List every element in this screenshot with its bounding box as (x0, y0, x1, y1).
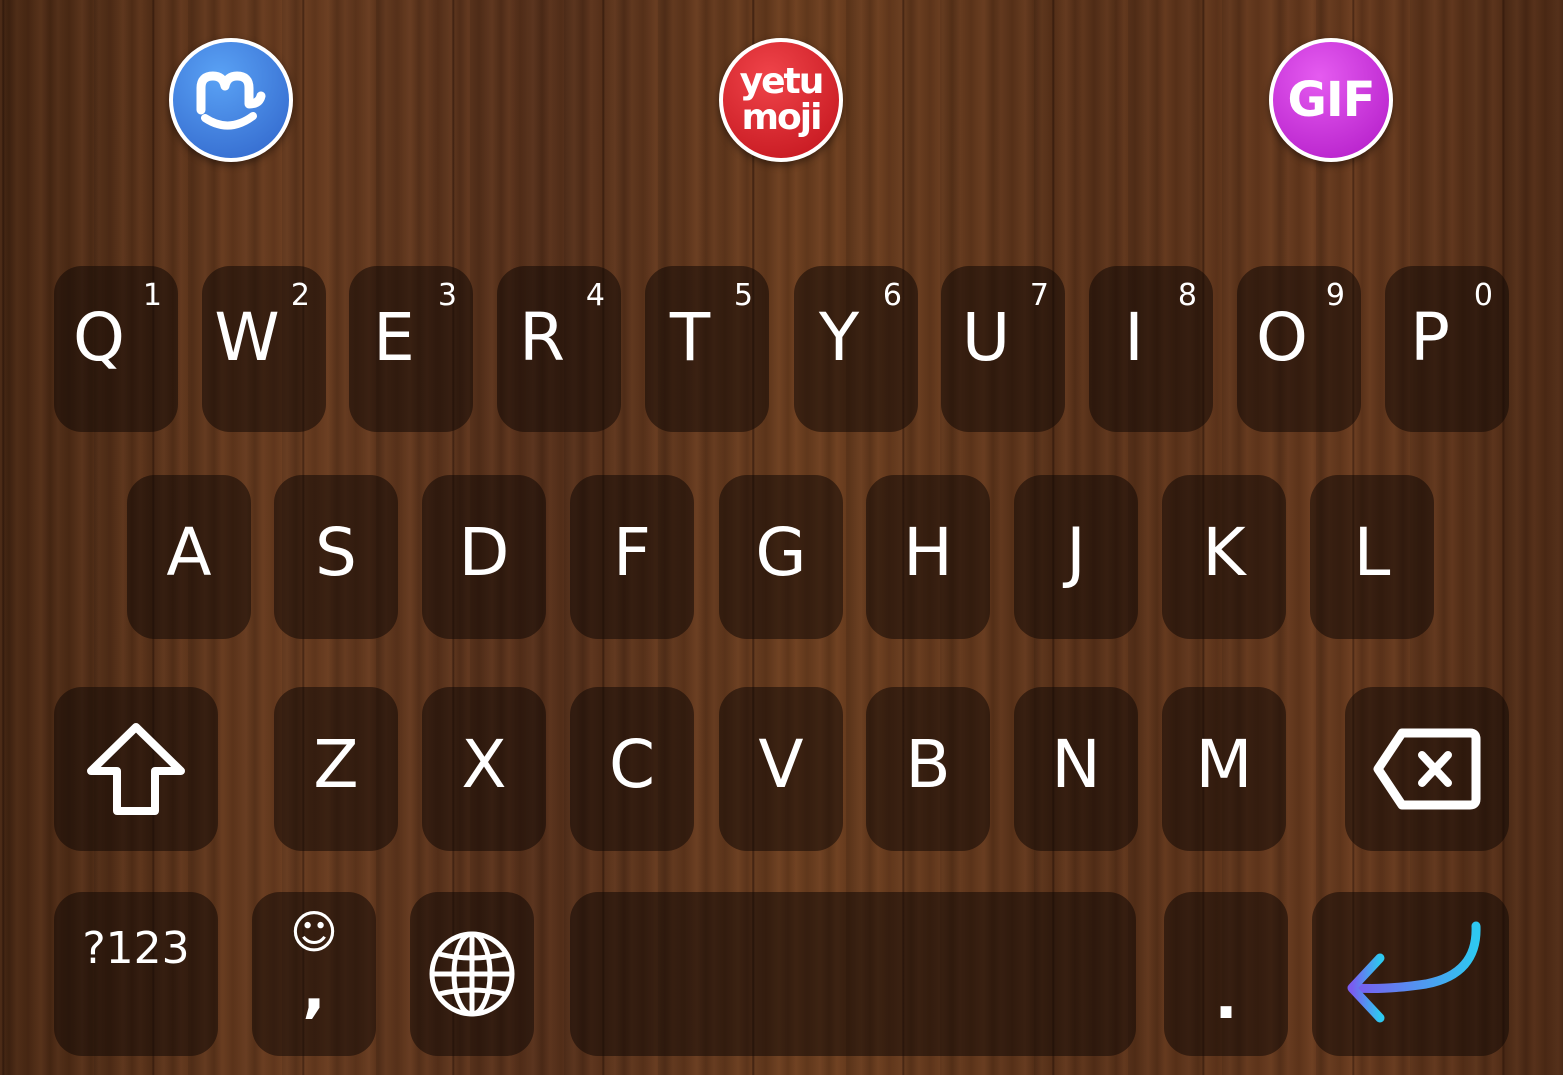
key-k[interactable]: K (1162, 475, 1286, 639)
mojipop-m-icon (196, 71, 266, 130)
symbols-label: ?123 (82, 923, 190, 974)
keyboard-background: yetu moji GIF Q 1 W 2 E 3 R 4 T 5 Y 6 U … (0, 0, 1563, 1075)
key-label: N (1051, 726, 1101, 803)
key-hint: 7 (1029, 278, 1049, 313)
key-hint: 1 (142, 278, 162, 313)
language-key[interactable] (410, 892, 534, 1056)
backspace-key[interactable] (1345, 687, 1509, 851)
shift-arrow-icon (87, 723, 185, 815)
emoji-smiley-icon: ☺ (290, 905, 338, 959)
key-z[interactable]: Z (274, 687, 398, 851)
key-l[interactable]: L (1310, 475, 1434, 639)
gif-label: GIF (1287, 72, 1375, 128)
space-key[interactable] (570, 892, 1136, 1056)
key-label: K (1202, 514, 1246, 591)
key-hint: 2 (290, 278, 310, 313)
shift-key[interactable] (54, 687, 218, 851)
key-b[interactable]: B (866, 687, 990, 851)
key-hint: 4 (585, 278, 605, 313)
key-label: S (315, 514, 357, 591)
symbols-key[interactable]: ?123 (54, 892, 218, 1056)
key-w[interactable]: W 2 (202, 266, 326, 432)
period-key[interactable]: . (1164, 892, 1288, 1056)
key-label: H (903, 514, 953, 591)
key-label: Z (313, 726, 359, 803)
key-label: B (905, 726, 951, 803)
comma-label: , (302, 952, 326, 1025)
key-label: M (1195, 726, 1253, 803)
key-label: L (1353, 514, 1391, 591)
key-t[interactable]: T 5 (645, 266, 769, 432)
yetumoji-label-bottom: moji (741, 97, 823, 138)
key-label: D (458, 514, 510, 591)
key-hint: 0 (1473, 278, 1493, 313)
key-y[interactable]: Y 6 (794, 266, 918, 432)
key-j[interactable]: J (1014, 475, 1138, 639)
key-hint: 9 (1325, 278, 1345, 313)
gif-button[interactable]: GIF (1269, 38, 1393, 162)
mojipop-button[interactable] (169, 38, 293, 162)
yetumoji-button[interactable]: yetu moji (719, 38, 843, 162)
key-v[interactable]: V (719, 687, 843, 851)
key-u[interactable]: U 7 (941, 266, 1065, 432)
key-r[interactable]: R 4 (497, 266, 621, 432)
key-e[interactable]: E 3 (349, 266, 473, 432)
key-hint: 6 (882, 278, 902, 313)
yetumoji-label-top: yetu (739, 61, 825, 102)
period-label: . (1214, 960, 1238, 1033)
key-label: X (461, 726, 507, 803)
key-a[interactable]: A (127, 475, 251, 639)
key-h[interactable]: H (866, 475, 990, 639)
key-d[interactable]: D (422, 475, 546, 639)
key-label: G (755, 514, 807, 591)
key-label: F (613, 514, 651, 591)
key-hint: 5 (733, 278, 753, 313)
key-q[interactable]: Q 1 (54, 266, 178, 432)
key-label: V (758, 726, 804, 803)
key-p[interactable]: P 0 (1385, 266, 1509, 432)
key-g[interactable]: G (719, 475, 843, 639)
key-c[interactable]: C (570, 687, 694, 851)
key-x[interactable]: X (422, 687, 546, 851)
key-hint: 3 (437, 278, 457, 313)
key-label: A (166, 514, 212, 591)
key-hint: 8 (1177, 278, 1197, 313)
key-n[interactable]: N (1014, 687, 1138, 851)
key-o[interactable]: O 9 (1237, 266, 1361, 432)
key-i[interactable]: I 8 (1089, 266, 1213, 432)
enter-arrow-icon (1347, 921, 1481, 1023)
globe-icon (429, 931, 515, 1017)
key-label: C (608, 726, 656, 803)
key-label: J (1066, 514, 1086, 591)
emoji-comma-key[interactable]: ☺ , (252, 892, 376, 1056)
key-f[interactable]: F (570, 475, 694, 639)
key-m[interactable]: M (1162, 687, 1286, 851)
enter-key[interactable] (1312, 892, 1509, 1056)
backspace-icon (1373, 728, 1481, 810)
key-s[interactable]: S (274, 475, 398, 639)
